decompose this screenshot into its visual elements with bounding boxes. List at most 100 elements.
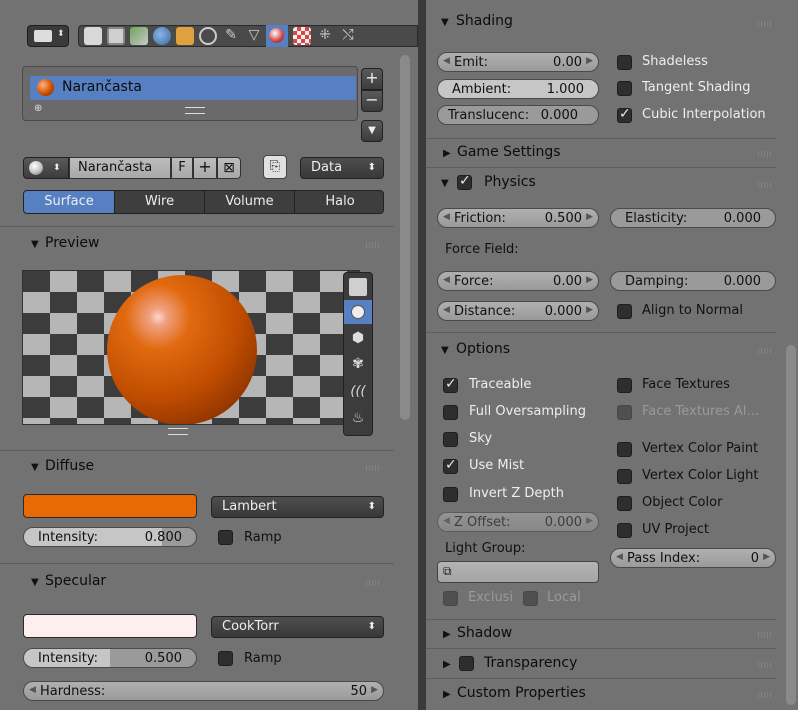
hair-preview-icon[interactable]: (((	[349, 384, 367, 402]
expand-triangle-icon[interactable]: ▶	[443, 689, 451, 700]
material-icon[interactable]	[266, 25, 288, 47]
left-scrollbar[interactable]	[400, 55, 410, 420]
invert-z-depth-checkbox[interactable]	[443, 487, 458, 502]
specular-shader-dropdown[interactable]: CookTorr ⬍	[211, 616, 384, 638]
panel-grip-icon[interactable]	[758, 21, 772, 27]
browse-material-button[interactable]: ⬍	[23, 157, 69, 179]
diffuse-panel-title[interactable]: Diffuse	[45, 458, 94, 474]
collapse-triangle-icon[interactable]: ▼	[31, 577, 39, 588]
physics-panel-title[interactable]: Physics	[484, 174, 536, 190]
texture-icon[interactable]	[293, 27, 311, 45]
distance-field[interactable]: ◀ Distance: 0.000 ▶	[437, 301, 599, 321]
area-divider[interactable]	[418, 0, 426, 710]
emit-field[interactable]: ◀ Emit: 0.00 ▶	[437, 52, 599, 72]
panel-grip-icon[interactable]	[366, 242, 380, 248]
diffuse-intensity-slider[interactable]: Intensity: 0.800	[23, 527, 197, 547]
panel-grip-icon[interactable]	[758, 182, 772, 188]
specular-intensity-slider[interactable]: Intensity: 0.500	[23, 648, 197, 668]
remove-slot-button[interactable]: −	[361, 90, 383, 112]
expand-triangle-icon[interactable]: ▶	[443, 629, 451, 640]
tab-wire[interactable]: Wire	[114, 191, 204, 213]
panel-grip-icon[interactable]	[758, 151, 772, 157]
right-scrollbar[interactable]	[786, 345, 796, 705]
tab-volume[interactable]: Volume	[204, 191, 294, 213]
pass-index-field[interactable]: ◀ Pass Index: 0 ▶	[610, 548, 776, 568]
sphere-preview-icon[interactable]	[344, 300, 372, 324]
link-type-dropdown[interactable]: Data ⬍	[300, 157, 384, 179]
use-mist-checkbox[interactable]	[443, 457, 458, 474]
diffuse-shader-dropdown[interactable]: Lambert ⬍	[211, 496, 384, 518]
panel-grip-icon[interactable]	[366, 580, 380, 586]
elasticity-slider[interactable]: Elasticity: 0.000	[610, 208, 776, 228]
expand-triangle-icon[interactable]: ▶	[443, 659, 451, 670]
transparency-panel-title[interactable]: Transparency	[484, 655, 577, 671]
unlink-material-icon[interactable]: ⊠	[217, 157, 241, 179]
collapse-triangle-icon[interactable]: ▼	[31, 462, 39, 473]
specular-panel-title[interactable]: Specular	[45, 573, 106, 589]
slot-specials-button[interactable]: ▼	[361, 120, 383, 142]
physics-icon[interactable]: ⤭	[339, 27, 357, 45]
collapse-triangle-icon[interactable]: ▼	[441, 345, 449, 356]
tangent-shading-checkbox[interactable]	[617, 81, 632, 96]
damping-slider[interactable]: Damping: 0.000	[610, 271, 776, 291]
panel-grip-icon[interactable]	[758, 632, 772, 638]
full-oversampling-checkbox[interactable]	[443, 405, 458, 420]
uv-project-checkbox[interactable]	[617, 523, 632, 538]
cube-preview-icon[interactable]: ⬢	[349, 330, 367, 348]
translucency-slider[interactable]: Translucenc: 0.000	[437, 105, 599, 125]
panel-grip-icon[interactable]	[758, 348, 772, 354]
ambient-slider[interactable]: Ambient: 1.000	[437, 79, 599, 99]
cubic-interpolation-checkbox[interactable]	[617, 106, 632, 123]
list-options-icon[interactable]: ⊕	[34, 103, 42, 114]
shadow-panel-title[interactable]: Shadow	[457, 625, 512, 641]
copy-material-icon[interactable]: ⎘	[263, 155, 287, 179]
preview-resize-handle[interactable]	[168, 428, 188, 435]
render-layers-icon[interactable]	[107, 27, 125, 45]
list-resize-handle[interactable]	[185, 107, 205, 114]
traceable-checkbox[interactable]	[443, 376, 458, 393]
diffuse-ramp-checkbox[interactable]	[218, 530, 233, 545]
custom-properties-panel-title[interactable]: Custom Properties	[457, 685, 586, 701]
collapse-triangle-icon[interactable]: ▼	[441, 178, 449, 189]
force-field[interactable]: ◀ Force: 0.00 ▶	[437, 271, 599, 291]
physics-enable-checkbox[interactable]	[457, 173, 472, 190]
local-checkbox[interactable]	[523, 591, 538, 606]
add-slot-button[interactable]: +	[361, 68, 383, 90]
editor-type-icon[interactable]: ⬍	[27, 25, 69, 47]
sky-checkbox[interactable]	[443, 432, 458, 447]
diffuse-color-swatch[interactable]	[23, 494, 197, 518]
tab-halo[interactable]: Halo	[294, 191, 383, 213]
constraints-icon[interactable]	[199, 27, 217, 45]
vertex-color-light-checkbox[interactable]	[617, 469, 632, 484]
specular-color-swatch[interactable]	[23, 614, 197, 638]
fake-user-button[interactable]: F	[171, 157, 193, 179]
panel-grip-icon[interactable]	[758, 662, 772, 668]
object-icon[interactable]	[176, 27, 194, 45]
expand-triangle-icon[interactable]: ▶	[443, 148, 451, 159]
vertex-color-paint-checkbox[interactable]	[617, 442, 632, 457]
new-material-icon[interactable]: +	[193, 157, 217, 179]
collapse-triangle-icon[interactable]: ▼	[31, 239, 39, 250]
specular-ramp-checkbox[interactable]	[218, 651, 233, 666]
options-panel-title[interactable]: Options	[456, 341, 510, 357]
world-icon[interactable]	[153, 27, 171, 45]
collapse-triangle-icon[interactable]: ▼	[441, 17, 449, 28]
shadeless-checkbox[interactable]	[617, 55, 632, 70]
light-group-field[interactable]: ⧉	[437, 561, 599, 583]
align-to-normal-checkbox[interactable]	[617, 304, 632, 319]
transparency-enable-checkbox[interactable]	[459, 656, 474, 671]
shading-panel-title[interactable]: Shading	[456, 13, 513, 29]
game-settings-panel-title[interactable]: Game Settings	[457, 144, 561, 160]
modifiers-icon[interactable]: ✎	[222, 27, 240, 45]
preview-panel-title[interactable]: Preview	[45, 235, 100, 251]
material-slot-item[interactable]: Narančasta	[30, 76, 356, 100]
panel-grip-icon[interactable]	[758, 692, 772, 698]
panel-grip-icon[interactable]	[366, 465, 380, 471]
face-textures-checkbox[interactable]	[617, 378, 632, 393]
z-offset-field[interactable]: ◀ Z Offset: 0.000 ▶	[437, 512, 599, 532]
scene-icon[interactable]	[130, 27, 148, 45]
flat-preview-icon[interactable]	[349, 278, 367, 296]
exclusive-checkbox[interactable]	[443, 591, 458, 606]
friction-field[interactable]: ◀ Friction: 0.500 ▶	[437, 208, 599, 228]
face-textures-alpha-checkbox[interactable]	[617, 405, 632, 420]
